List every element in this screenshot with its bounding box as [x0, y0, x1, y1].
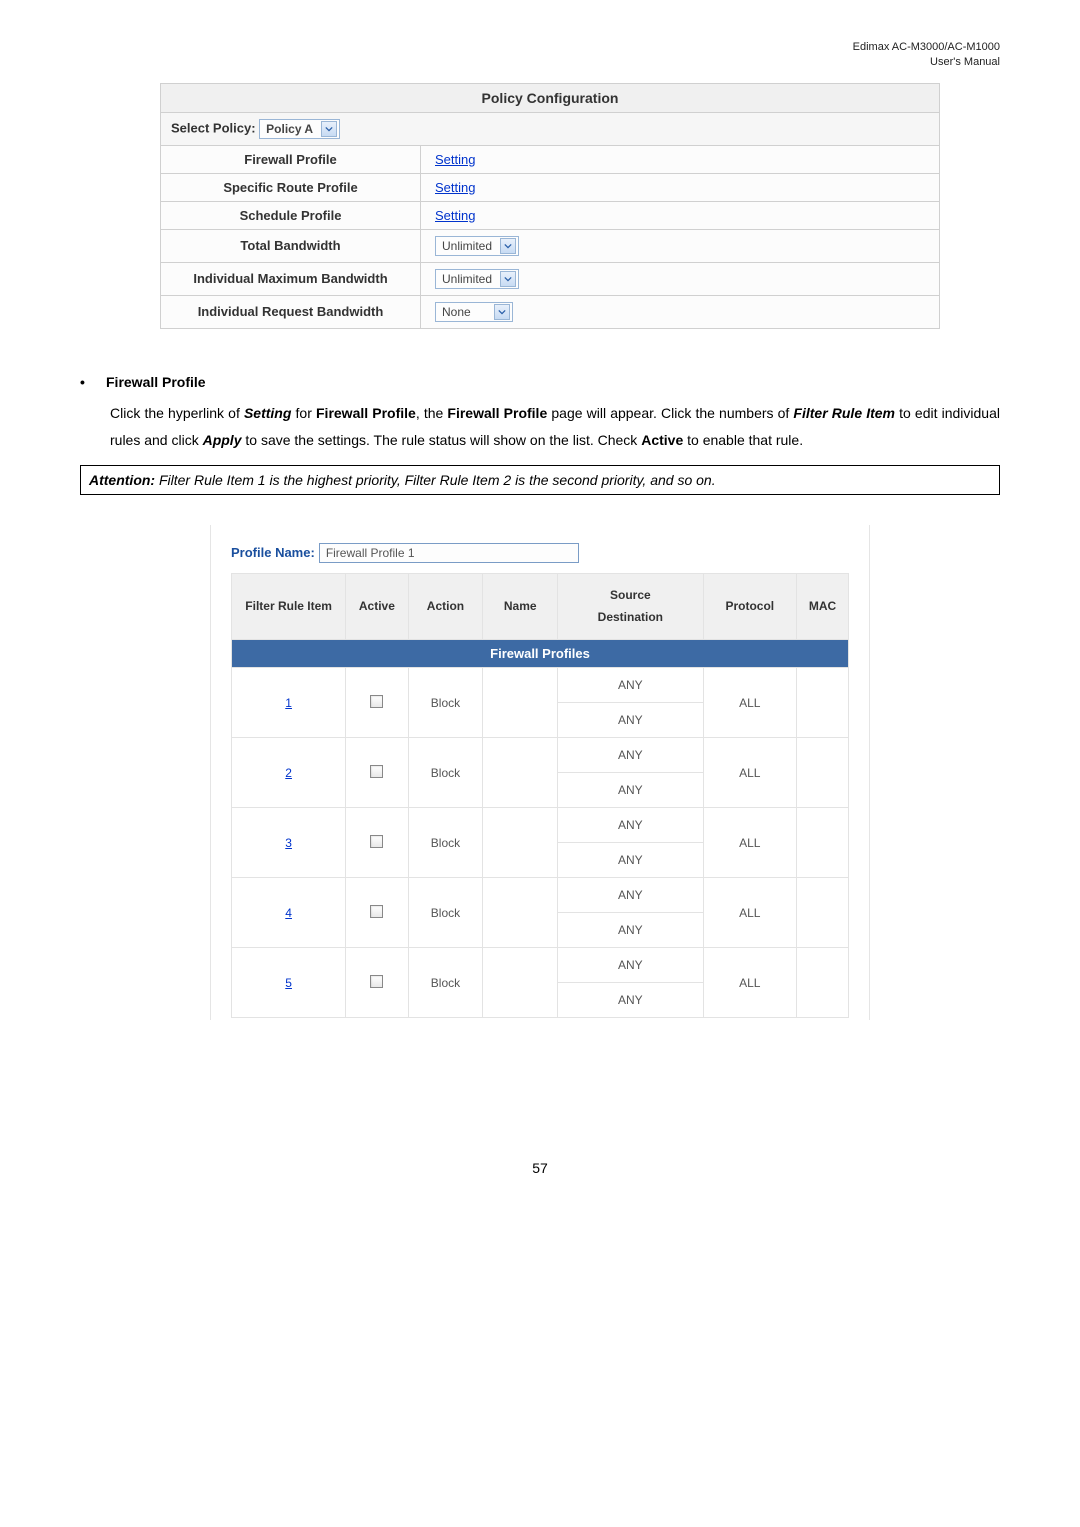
- schedule-profile-setting-link[interactable]: Setting: [435, 208, 475, 223]
- ind-req-bandwidth-value: None: [442, 305, 494, 319]
- th-filter-rule-item: Filter Rule Item: [232, 573, 346, 640]
- profile-name-row: Profile Name:: [231, 543, 849, 563]
- action-cell-5: Block: [408, 948, 483, 1018]
- mac-cell-2: [797, 738, 849, 808]
- rule-link-4[interactable]: 4: [285, 906, 292, 920]
- ind-max-bandwidth-label: Individual Maximum Bandwidth: [161, 262, 421, 295]
- name-cell-3: [483, 808, 558, 878]
- source-cell-1: ANY: [558, 668, 703, 703]
- source-cell-3: ANY: [558, 808, 703, 843]
- chevron-down-icon: [494, 304, 510, 320]
- action-cell-2: Block: [408, 738, 483, 808]
- select-policy-cell: Select Policy: Policy A: [161, 112, 940, 145]
- total-bandwidth-value: Unlimited: [442, 239, 500, 253]
- active-checkbox-3[interactable]: [370, 835, 383, 848]
- active-checkbox-5[interactable]: [370, 975, 383, 988]
- total-bandwidth-dropdown[interactable]: Unlimited: [435, 236, 519, 256]
- header-line1: Edimax AC-M3000/AC-M1000: [80, 40, 1000, 55]
- profile-name-label: Profile Name:: [231, 545, 315, 560]
- attention-box: Attention: Filter Rule Item 1 is the hig…: [80, 465, 1000, 495]
- mac-cell-1: [797, 668, 849, 738]
- active-checkbox-2[interactable]: [370, 765, 383, 778]
- mac-cell-5: [797, 948, 849, 1018]
- rule-link-3[interactable]: 3: [285, 836, 292, 850]
- policy-config-title: Policy Configuration: [161, 83, 940, 112]
- attention-label: Attention:: [89, 472, 155, 488]
- name-cell-1: [483, 668, 558, 738]
- destination-cell-4: ANY: [558, 913, 703, 948]
- mac-cell-3: [797, 808, 849, 878]
- destination-cell-5: ANY: [558, 983, 703, 1018]
- bullet-icon: •: [80, 369, 90, 396]
- ind-req-bandwidth-dropdown[interactable]: None: [435, 302, 513, 322]
- protocol-cell-3: ALL: [703, 808, 796, 878]
- protocol-cell-1: ALL: [703, 668, 796, 738]
- header-meta: Edimax AC-M3000/AC-M1000 User's Manual: [80, 40, 1000, 71]
- policy-config-table: Policy Configuration Select Policy: Poli…: [160, 83, 940, 329]
- select-policy-value: Policy A: [266, 122, 321, 136]
- firewall-profiles-panel: Profile Name: Firewall Profiles Filter R…: [210, 525, 870, 1021]
- destination-cell-3: ANY: [558, 843, 703, 878]
- th-source-destination: Source Destination: [558, 573, 703, 640]
- action-cell-4: Block: [408, 878, 483, 948]
- ind-max-bandwidth-value: Unlimited: [442, 272, 500, 286]
- profile-name-input[interactable]: [319, 543, 579, 563]
- th-name: Name: [483, 573, 558, 640]
- destination-cell-2: ANY: [558, 773, 703, 808]
- firewall-profiles-table: Firewall Profiles Filter Rule Item Activ…: [231, 573, 849, 1019]
- th-action: Action: [408, 573, 483, 640]
- chevron-down-icon: [500, 238, 516, 254]
- section-heading: Firewall Profile: [106, 369, 206, 396]
- ind-req-bandwidth-label: Individual Request Bandwidth: [161, 295, 421, 328]
- ind-max-bandwidth-dropdown[interactable]: Unlimited: [435, 269, 519, 289]
- source-cell-4: ANY: [558, 878, 703, 913]
- action-cell-3: Block: [408, 808, 483, 878]
- firewall-profile-label: Firewall Profile: [161, 145, 421, 173]
- protocol-cell-2: ALL: [703, 738, 796, 808]
- protocol-cell-4: ALL: [703, 878, 796, 948]
- chevron-down-icon: [500, 271, 516, 287]
- source-cell-2: ANY: [558, 738, 703, 773]
- name-cell-5: [483, 948, 558, 1018]
- rule-link-2[interactable]: 2: [285, 766, 292, 780]
- attention-text: Filter Rule Item 1 is the highest priori…: [155, 472, 716, 488]
- rule-link-1[interactable]: 1: [285, 696, 292, 710]
- destination-cell-1: ANY: [558, 703, 703, 738]
- chevron-down-icon: [321, 121, 337, 137]
- route-profile-label: Specific Route Profile: [161, 173, 421, 201]
- header-line2: User's Manual: [80, 55, 1000, 70]
- th-mac: MAC: [797, 573, 849, 640]
- content-paragraph: Click the hyperlink of Setting for Firew…: [110, 400, 1000, 455]
- select-policy-label: Select Policy:: [171, 120, 256, 135]
- rule-link-5[interactable]: 5: [285, 976, 292, 990]
- th-active: Active: [346, 573, 408, 640]
- action-cell-1: Block: [408, 668, 483, 738]
- source-cell-5: ANY: [558, 948, 703, 983]
- route-profile-setting-link[interactable]: Setting: [435, 180, 475, 195]
- name-cell-4: [483, 878, 558, 948]
- select-policy-dropdown[interactable]: Policy A: [259, 119, 340, 139]
- content-block: • Firewall Profile Click the hyperlink o…: [80, 369, 1000, 455]
- firewall-profiles-title: Firewall Profiles: [232, 640, 849, 668]
- mac-cell-4: [797, 878, 849, 948]
- firewall-profile-setting-link[interactable]: Setting: [435, 152, 475, 167]
- page-number: 57: [80, 1160, 1000, 1176]
- active-checkbox-1[interactable]: [370, 695, 383, 708]
- protocol-cell-5: ALL: [703, 948, 796, 1018]
- name-cell-2: [483, 738, 558, 808]
- active-checkbox-4[interactable]: [370, 905, 383, 918]
- schedule-profile-label: Schedule Profile: [161, 201, 421, 229]
- total-bandwidth-label: Total Bandwidth: [161, 229, 421, 262]
- th-protocol: Protocol: [703, 573, 796, 640]
